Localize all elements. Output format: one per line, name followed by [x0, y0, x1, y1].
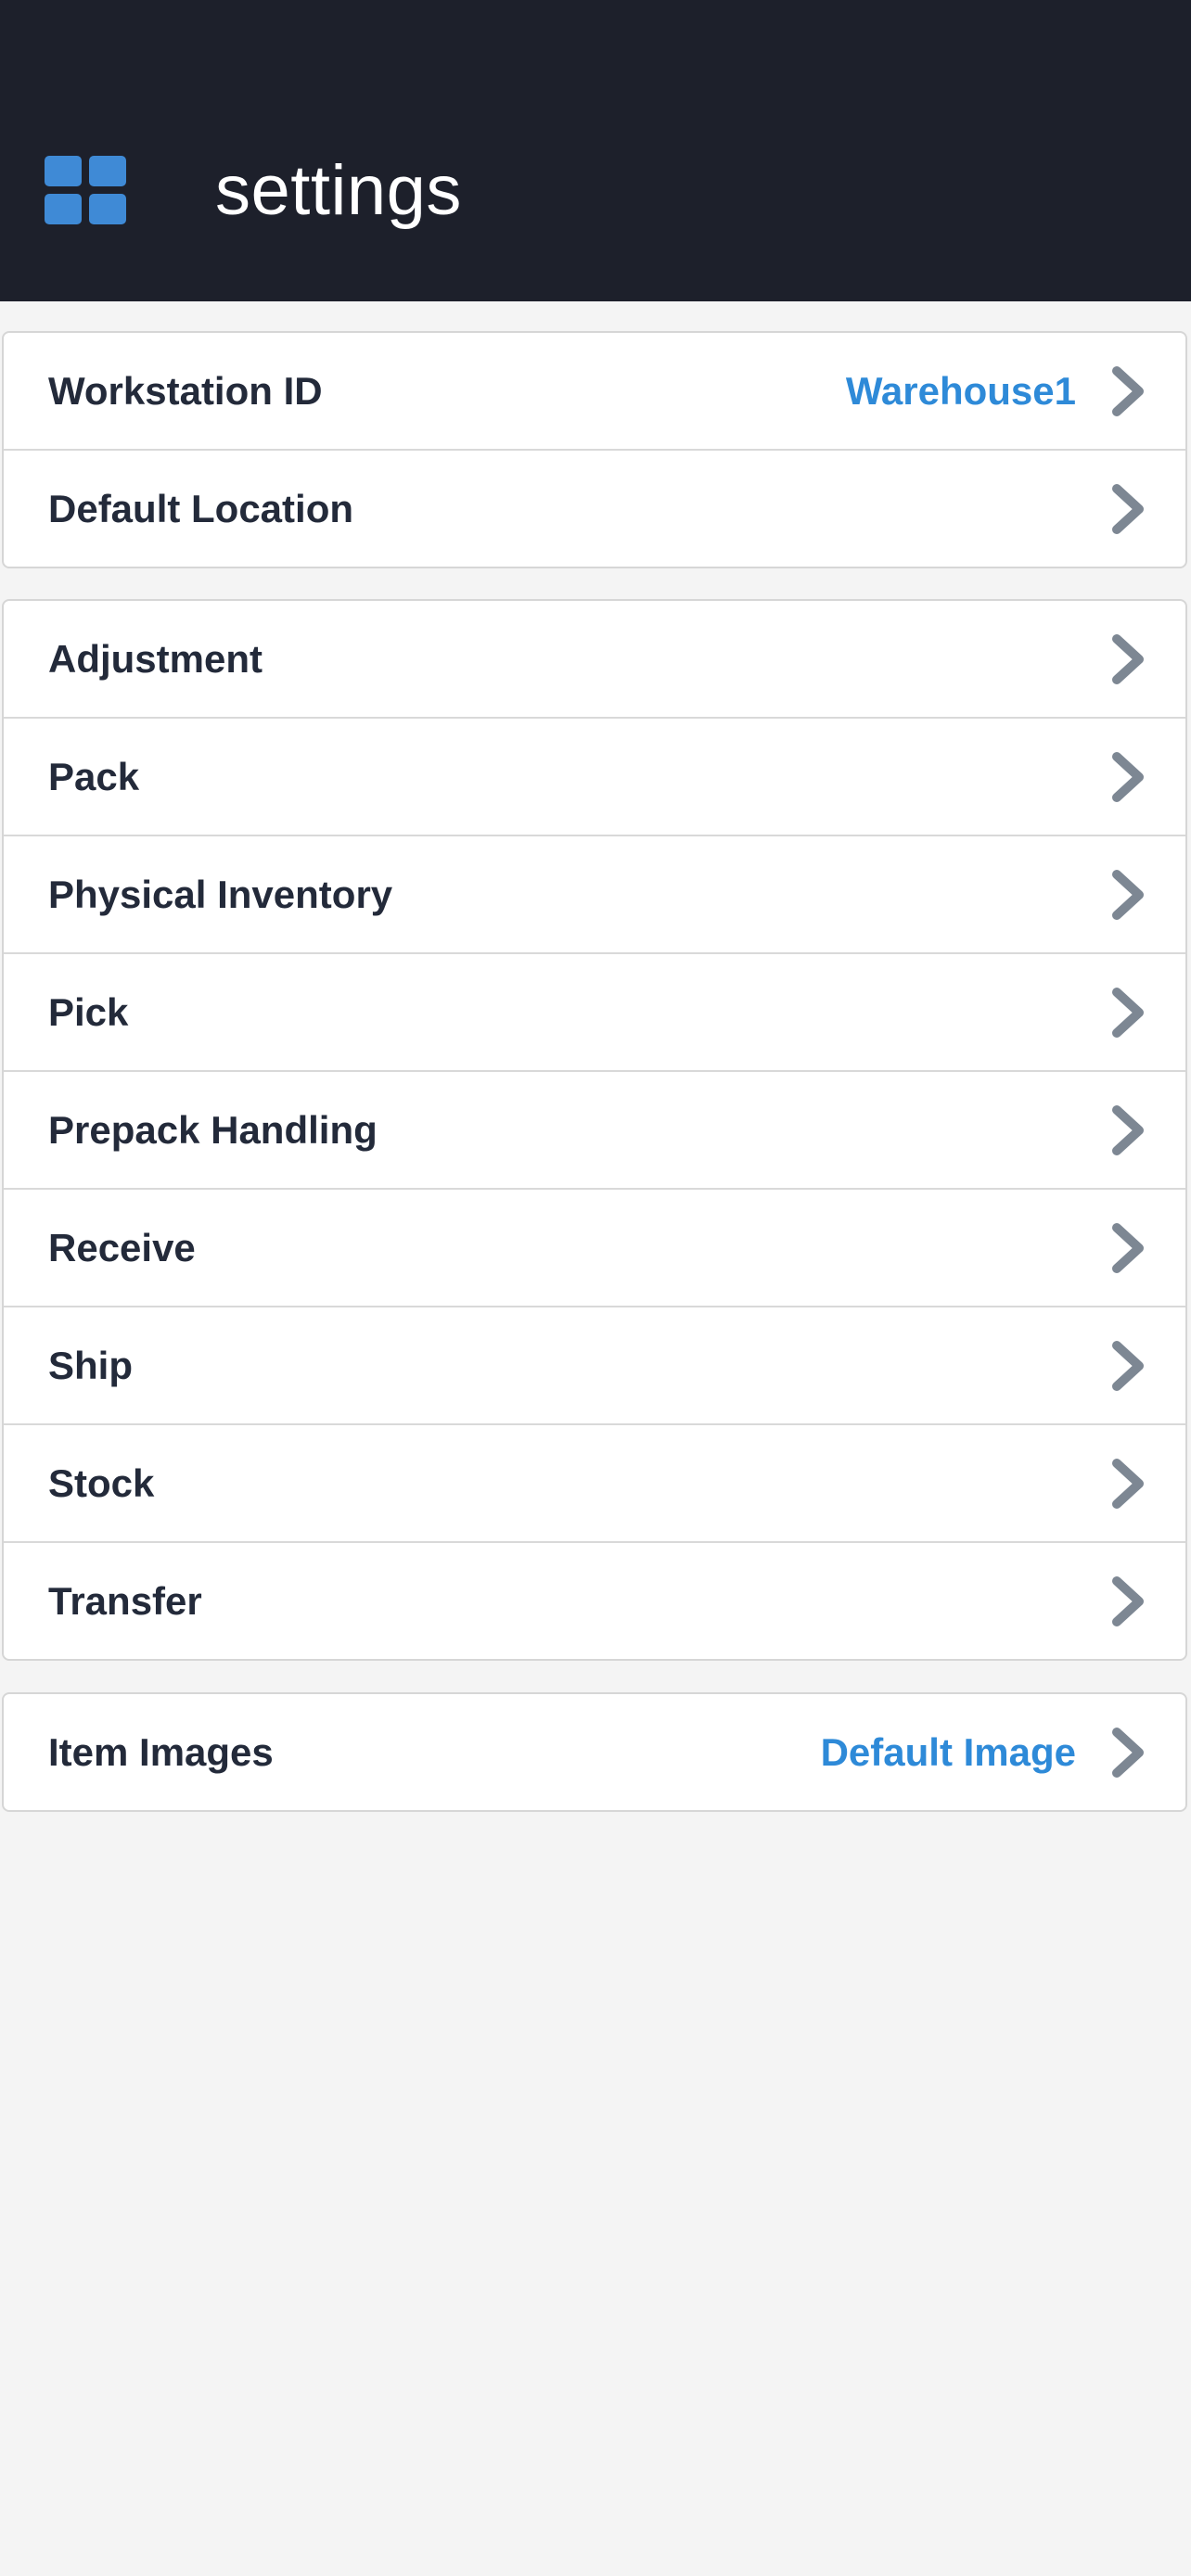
chevron-right-icon	[1109, 633, 1146, 685]
row-label: Default Location	[48, 486, 354, 530]
chevron-right-icon	[1109, 1104, 1146, 1156]
row-receive[interactable]: Receive	[4, 1188, 1185, 1306]
row-value: Warehouse1	[845, 368, 1076, 413]
chevron-right-icon	[1109, 1575, 1146, 1627]
row-label: Physical Inventory	[48, 872, 393, 916]
page-title: settings	[215, 151, 462, 230]
row-label: Workstation ID	[48, 368, 323, 413]
row-label: Ship	[48, 1343, 133, 1387]
row-prepack-handling[interactable]: Prepack Handling	[4, 1070, 1185, 1188]
row-value: Default Image	[820, 1729, 1076, 1774]
row-workstation-id[interactable]: Workstation ID Warehouse1	[4, 333, 1185, 449]
row-transfer[interactable]: Transfer	[4, 1541, 1185, 1659]
row-adjustment[interactable]: Adjustment	[4, 601, 1185, 717]
row-item-images[interactable]: Item Images Default Image	[4, 1694, 1185, 1810]
row-pack[interactable]: Pack	[4, 717, 1185, 835]
chevron-right-icon	[1109, 483, 1146, 535]
chevron-right-icon	[1109, 869, 1146, 921]
row-label: Pack	[48, 754, 140, 798]
chevron-right-icon	[1109, 751, 1146, 803]
chevron-right-icon	[1109, 1727, 1146, 1779]
row-label: Adjustment	[48, 636, 263, 681]
row-stock[interactable]: Stock	[4, 1423, 1185, 1541]
settings-group-general: Workstation ID Warehouse1 Default Locati…	[2, 331, 1187, 568]
row-label: Receive	[48, 1225, 196, 1269]
row-label: Transfer	[48, 1578, 202, 1623]
grid-apps-icon[interactable]	[45, 156, 126, 224]
row-label: Pick	[48, 989, 129, 1034]
row-pick[interactable]: Pick	[4, 952, 1185, 1070]
app-header: settings	[0, 0, 1191, 301]
chevron-right-icon	[1109, 1458, 1146, 1510]
row-label: Prepack Handling	[48, 1107, 378, 1152]
chevron-right-icon	[1109, 365, 1146, 417]
chevron-right-icon	[1109, 1222, 1146, 1274]
row-default-location[interactable]: Default Location	[4, 449, 1185, 567]
row-label: Stock	[48, 1460, 155, 1505]
row-ship[interactable]: Ship	[4, 1306, 1185, 1423]
chevron-right-icon	[1109, 987, 1146, 1039]
row-physical-inventory[interactable]: Physical Inventory	[4, 835, 1185, 952]
row-label: Item Images	[48, 1729, 274, 1774]
settings-group-modules: Adjustment Pack Physical Inventory Pick …	[2, 599, 1187, 1661]
chevron-right-icon	[1109, 1340, 1146, 1392]
settings-group-images: Item Images Default Image	[2, 1692, 1187, 1812]
